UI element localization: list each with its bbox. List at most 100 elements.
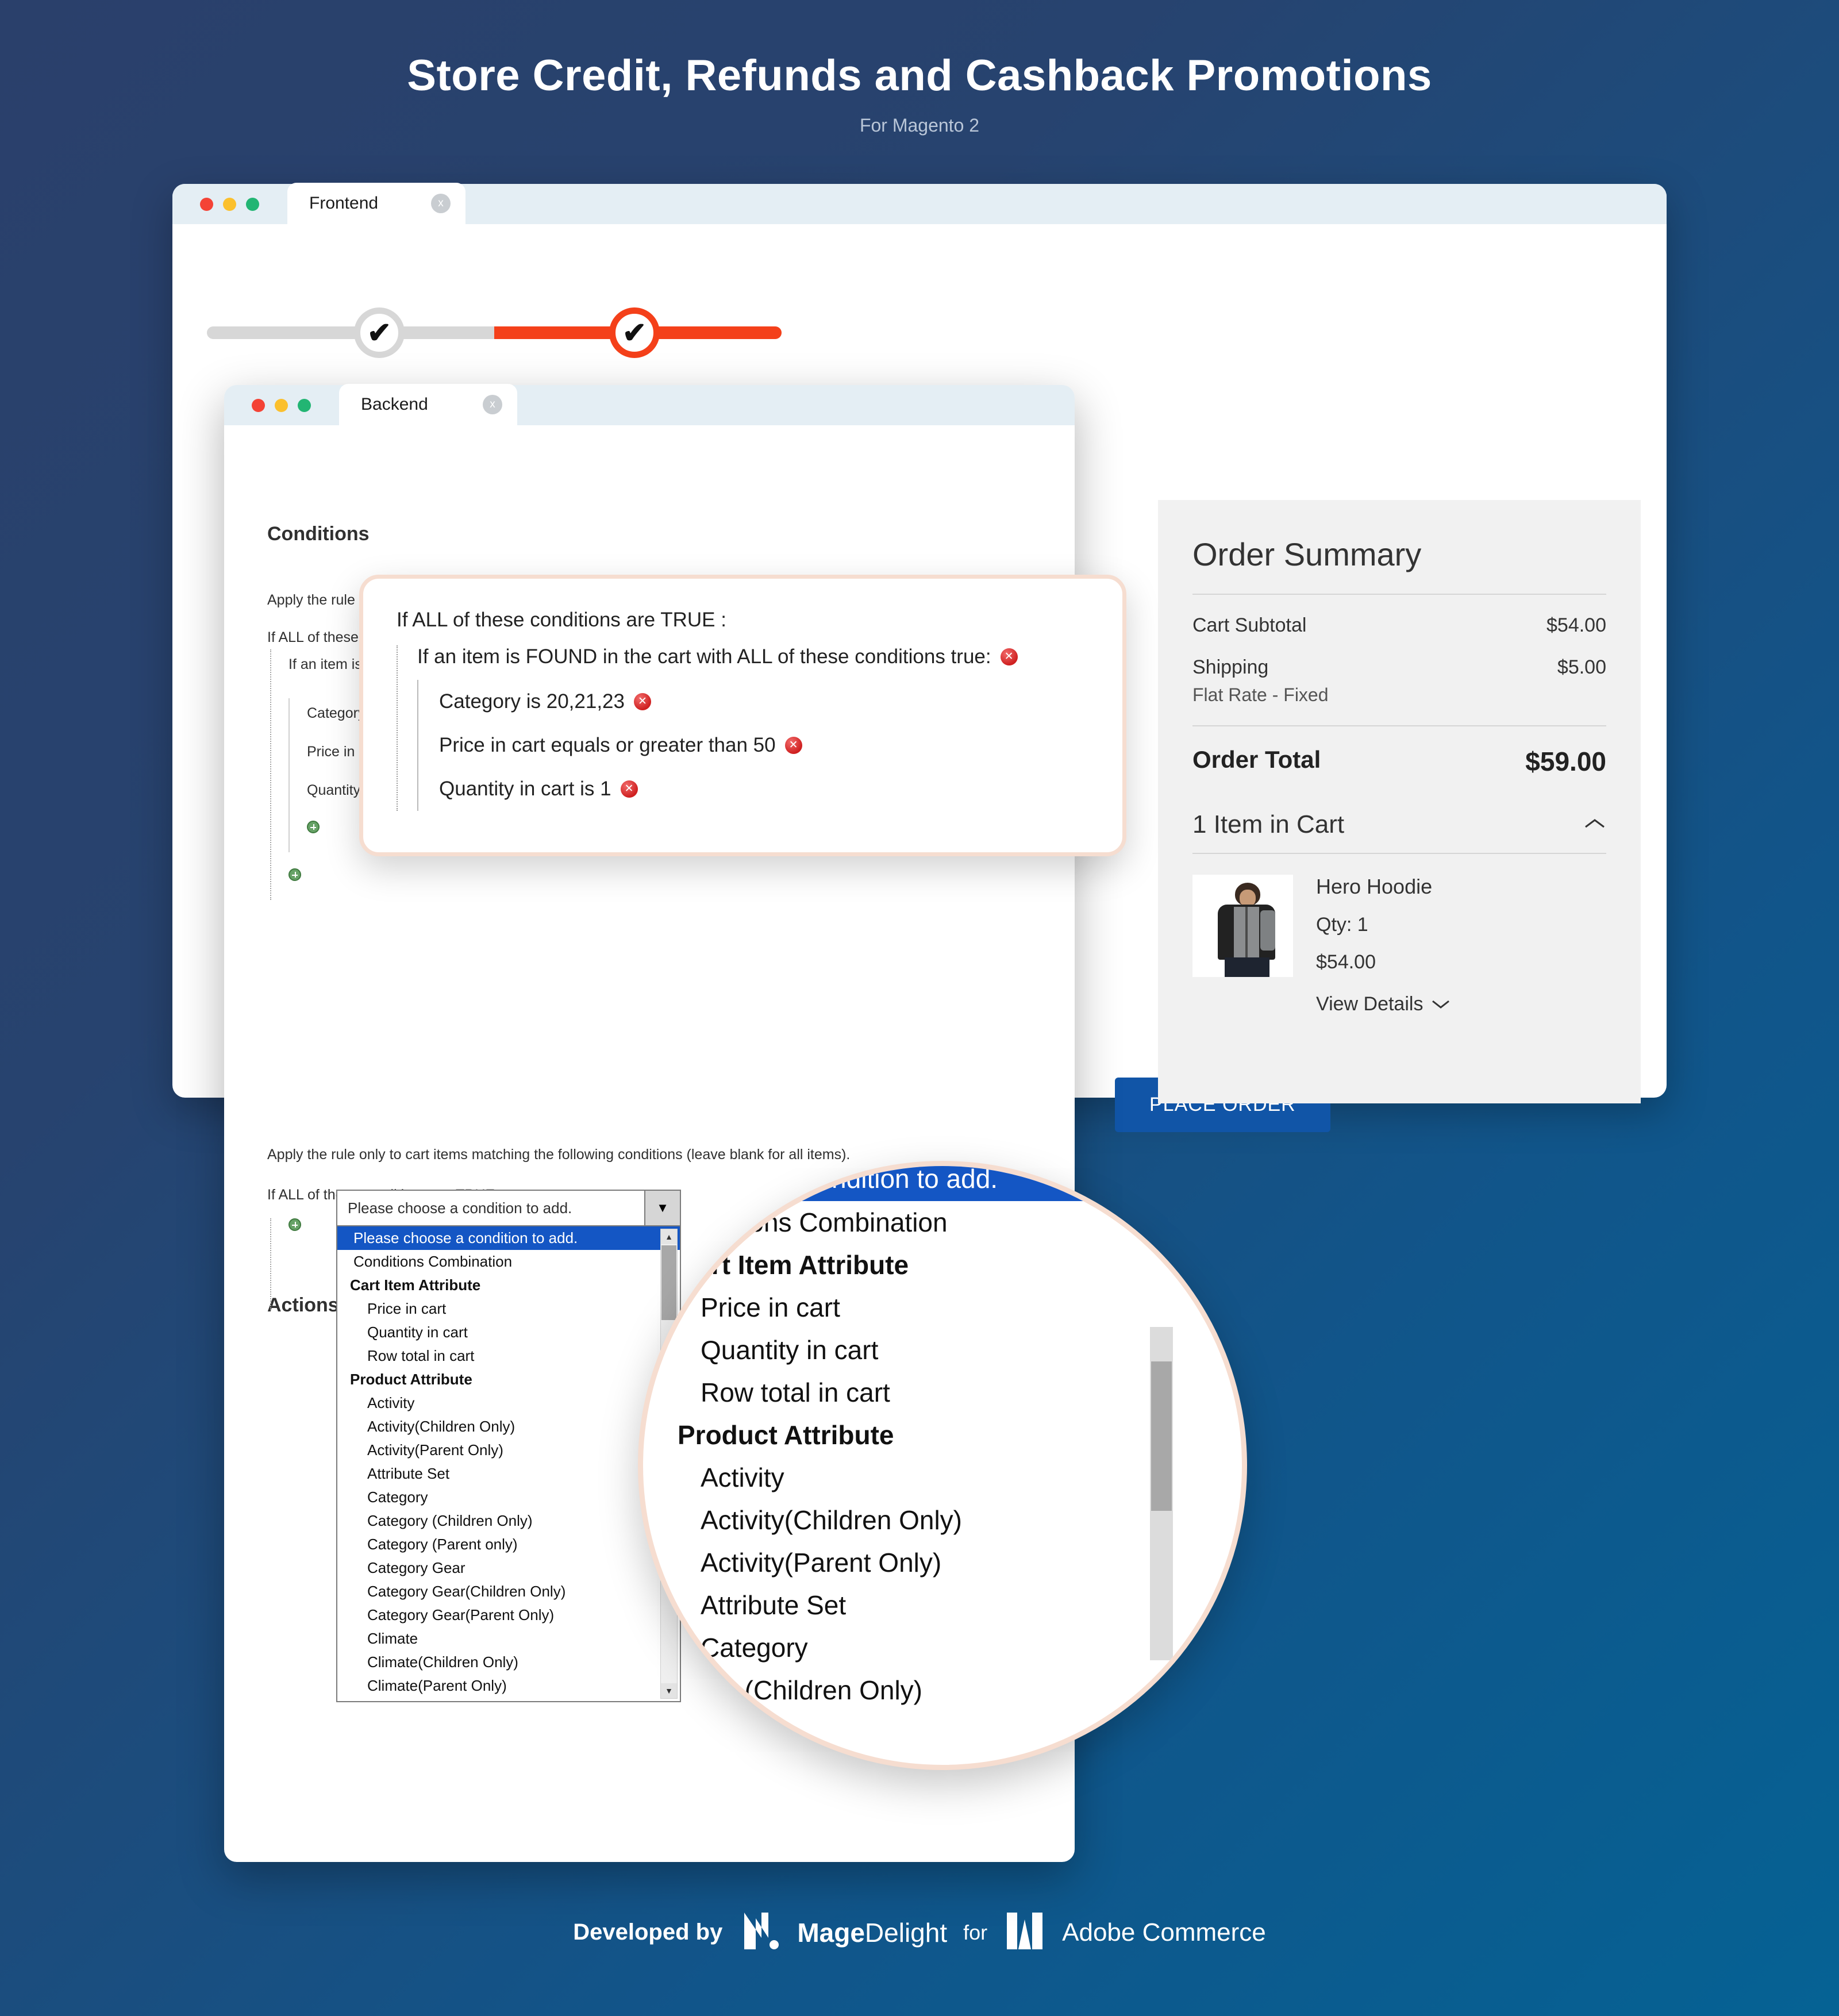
remove-condition-icon[interactable]: ✕: [1000, 648, 1018, 665]
divider: [1192, 725, 1606, 726]
maximize-window-dot[interactable]: [246, 197, 259, 211]
for-label: for: [963, 1920, 988, 1944]
maximize-window-dot[interactable]: [298, 398, 311, 412]
order-summary-title: Order Summary: [1192, 536, 1422, 572]
option-attribute-set[interactable]: Attribute Set: [337, 1462, 680, 1486]
option-climate-parent-only[interactable]: Climate(Parent Only): [337, 1674, 680, 1698]
mage-text: Mage: [797, 1917, 865, 1948]
close-window-dot[interactable]: [252, 398, 265, 412]
window-controls: [200, 197, 259, 211]
step-node-review-payments[interactable]: ✔: [609, 307, 660, 358]
summary-row-subtotal: Cart Subtotal $54.00: [1192, 614, 1606, 637]
magnified-option-price-in-cart[interactable]: Price in cart: [643, 1286, 1242, 1329]
popup-condition-text: Price in cart equals or greater than 50: [439, 734, 776, 756]
magnified-scrollbar[interactable]: [1150, 1327, 1173, 1660]
tab-backend-label: Backend: [361, 395, 428, 414]
popup-found-line[interactable]: If an item is FOUND in the cart with ALL…: [417, 645, 1089, 668]
tab-backend[interactable]: Backend x: [339, 384, 517, 425]
optgroup-product-attribute: Product Attribute: [350, 1371, 472, 1388]
product-price: $54.00: [1316, 951, 1376, 973]
footer-branding: Developed by MageDelight for Adobe Comme…: [0, 1908, 1839, 1957]
cart-items-help-text: Apply the rule only to cart items matchi…: [267, 1146, 851, 1163]
chevron-down-icon: [1431, 993, 1451, 1015]
remove-condition-icon[interactable]: ✕: [784, 737, 802, 754]
chevron-up-icon[interactable]: [1583, 817, 1606, 833]
view-details-toggle[interactable]: View Details: [1316, 993, 1606, 1015]
condition-select-closed[interactable]: Please choose a condition to add. ▼: [336, 1190, 681, 1226]
condition-select-value: Please choose a condition to add.: [348, 1199, 572, 1217]
magedelight-wordmark: MageDelight: [797, 1917, 947, 1948]
order-summary-panel: Order Summary Cart Subtotal $54.00 Shipp…: [1158, 500, 1641, 1103]
remove-condition-icon[interactable]: ✕: [620, 780, 638, 798]
product-name: Hero Hoodie: [1316, 875, 1433, 898]
option-conditions-combination[interactable]: Conditions Combination: [337, 1250, 680, 1274]
add-condition-icon[interactable]: [288, 868, 301, 881]
option-activity-children-only[interactable]: Activity(Children Only): [337, 1415, 680, 1438]
divider: [1192, 594, 1606, 595]
magnified-scrollbar-thumb[interactable]: [1151, 1361, 1172, 1511]
close-icon[interactable]: x: [431, 194, 451, 213]
option-quantity-in-cart[interactable]: Quantity in cart: [337, 1321, 680, 1344]
window-controls: [252, 398, 311, 412]
optgroup-cart-item-attribute: Cart Item Attribute: [350, 1276, 481, 1294]
delight-text: Delight: [864, 1917, 948, 1948]
option-price-in-cart[interactable]: Price in cart: [337, 1297, 680, 1321]
popup-condition-row[interactable]: Price in cart equals or greater than 50 …: [439, 724, 1089, 767]
order-total-label: Order Total: [1192, 746, 1321, 773]
close-icon[interactable]: x: [483, 395, 502, 414]
cart-items-toggle[interactable]: 1 Item in Cart: [1192, 810, 1606, 839]
option-category-gear[interactable]: Category Gear: [337, 1556, 680, 1580]
option-category[interactable]: Category: [337, 1486, 680, 1509]
remove-condition-icon[interactable]: ✕: [633, 693, 651, 710]
adobe-commerce-label: Adobe Commerce: [1062, 1918, 1266, 1946]
tab-frontend[interactable]: Frontend x: [287, 183, 465, 224]
option-row-total-in-cart[interactable]: Row total in cart: [337, 1344, 680, 1368]
minimize-window-dot[interactable]: [223, 197, 236, 211]
option-category-children-only[interactable]: Category (Children Only): [337, 1509, 680, 1533]
step-node-shipping[interactable]: ✔: [354, 307, 405, 358]
magnified-option-category-children-only[interactable]: ory (Children Only): [643, 1669, 1242, 1711]
developed-by-label: Developed by: [573, 1919, 723, 1945]
check-icon: ✔: [367, 317, 391, 349]
summary-label: Shipping: [1192, 656, 1269, 678]
magnified-option-conditions-combination[interactable]: nditions Combination: [643, 1201, 1242, 1244]
divider: [1192, 853, 1606, 854]
view-details-label: View Details: [1316, 993, 1424, 1015]
adobe-commerce-logo-icon: [1003, 1908, 1046, 1957]
backend-titlebar: Backend x: [224, 384, 1075, 425]
close-window-dot[interactable]: [200, 197, 213, 211]
cart-line-item: Hero Hoodie Qty: 1 $54.00 View Details: [1192, 875, 1606, 1015]
condition-option-list[interactable]: Please choose a condition to add. Condit…: [336, 1226, 681, 1702]
condition-select-dropdown[interactable]: Please choose a condition to add. ▼ Plea…: [336, 1190, 681, 1702]
option-category-gear-parent-only[interactable]: Category Gear(Parent Only): [337, 1603, 680, 1627]
option-climate-children-only[interactable]: Climate(Children Only): [337, 1650, 680, 1674]
tab-frontend-label: Frontend: [309, 194, 379, 213]
cart-items-count: 1 Item in Cart: [1192, 810, 1345, 838]
option-placeholder[interactable]: Please choose a condition to add.: [337, 1226, 680, 1250]
option-category-gear-children-only[interactable]: Category Gear(Children Only): [337, 1580, 680, 1603]
option-climate[interactable]: Climate: [337, 1627, 680, 1650]
popup-root-label: If ALL of these conditions are TRUE :: [397, 609, 726, 631]
magnified-optgroup-cart-item-attribute: Cart Item Attribute: [678, 1250, 909, 1280]
option-category-parent-only[interactable]: Category (Parent only): [337, 1533, 680, 1556]
frontend-titlebar: Frontend x: [172, 183, 1667, 224]
order-total-row: Order Total $59.00: [1192, 746, 1606, 777]
add-condition-icon[interactable]: [307, 821, 320, 833]
conditions-section-title: Conditions: [267, 523, 370, 545]
conditions-zoom-callout: If ALL of these conditions are TRUE : If…: [359, 575, 1126, 856]
minimize-window-dot[interactable]: [275, 398, 288, 412]
check-icon: ✔: [622, 317, 647, 349]
option-activity[interactable]: Activity: [337, 1391, 680, 1415]
summary-label: Cart Subtotal: [1192, 614, 1307, 636]
magedelight-logo-icon: [738, 1908, 781, 1957]
page-title: Store Credit, Refunds and Cashback Promo…: [407, 51, 1432, 100]
cart-items-tree: [270, 1218, 301, 1310]
product-qty: Qty: 1: [1316, 914, 1368, 936]
popup-condition-row[interactable]: Category is 20,21,23 ✕: [439, 680, 1089, 724]
option-activity-parent-only[interactable]: Activity(Parent Only): [337, 1438, 680, 1462]
popup-condition-row[interactable]: Quantity in cart is 1 ✕: [439, 767, 1089, 811]
summary-value: $5.00: [1557, 656, 1606, 678]
magnified-option-placeholder[interactable]: choose a condition to add.: [643, 1166, 1218, 1201]
dropdown-zoom-magnifier: choose a condition to add. nditions Comb…: [638, 1161, 1247, 1770]
add-condition-icon[interactable]: [288, 1218, 301, 1231]
